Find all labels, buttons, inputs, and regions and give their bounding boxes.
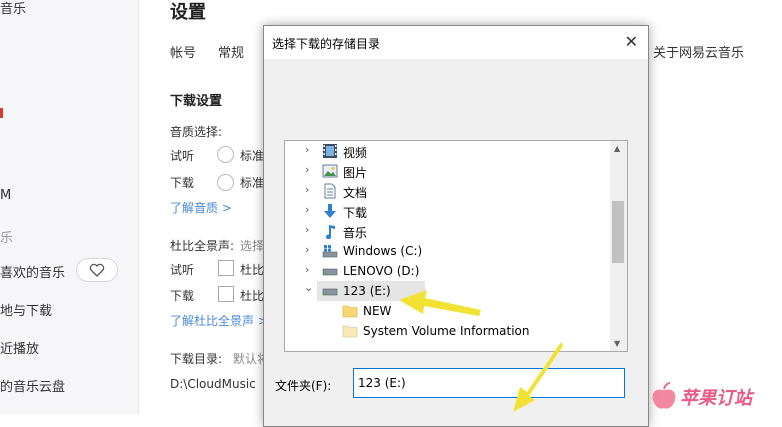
sidebar-item-liked-music[interactable]: 喜欢的音乐 — [0, 262, 65, 281]
tree-item-new-folder[interactable]: NEW — [285, 301, 607, 321]
chevron-right-icon[interactable]: › — [305, 163, 315, 177]
tree-item-drive-c[interactable]: › Windows (C:) — [285, 241, 607, 261]
download-dir-label: 下载目录: — [170, 352, 223, 366]
download-dir-path: D:\CloudMusic — [170, 377, 256, 391]
close-icon[interactable]: ✕ — [625, 32, 638, 51]
dolby-download-checkbox[interactable] — [218, 286, 234, 302]
drive-icon — [322, 268, 338, 276]
learn-dolby-link[interactable]: 了解杜比全景声 > — [170, 312, 268, 329]
tree-item-label: LENOVO (D:) — [343, 264, 420, 278]
download-quality-label: 下载 — [170, 176, 195, 190]
music-folder-icon — [326, 225, 335, 239]
chevron-right-icon[interactable]: › — [305, 143, 315, 157]
sidebar-item-cloud-disk[interactable]: 的音乐云盘 — [0, 376, 65, 395]
scrollbar-thumb[interactable] — [612, 201, 624, 263]
pictures-folder-icon — [322, 164, 338, 178]
tab-general[interactable]: 常规 — [218, 42, 244, 61]
drive-icon — [322, 288, 338, 296]
sidebar-item-fm[interactable]: M — [0, 188, 11, 203]
tree-item-label: 音乐 — [343, 226, 368, 240]
tree-item-label: 图片 — [343, 166, 368, 180]
listen-standard-label: 标准 — [240, 149, 265, 163]
scroll-up-arrow-icon[interactable]: ▲ — [614, 144, 620, 153]
folder-browse-dialog: 选择下载的存储目录 ✕ › 视频 › 图片 › 文档 › 下载 › 音乐 › W… — [263, 25, 649, 427]
sidebar-section-music: 乐 — [0, 231, 14, 246]
page-title: 设置 — [170, 2, 206, 23]
dolby-listen-checkbox[interactable] — [218, 260, 234, 276]
tab-about[interactable]: 关于网易云音乐 — [653, 42, 744, 61]
active-indicator — [0, 108, 3, 118]
tree-item-label: 123 (E:) — [343, 284, 391, 298]
dialog-title: 选择下载的存储目录 — [272, 37, 381, 51]
tree-item-system-volume[interactable]: System Volume Information — [285, 321, 607, 341]
dolby-download-label: 下载 — [170, 289, 195, 303]
documents-folder-icon — [324, 183, 336, 199]
quality-label: 音质选择: — [170, 125, 223, 139]
tab-account[interactable]: 帐号 — [170, 42, 196, 61]
tree-item-documents[interactable]: › 文档 — [285, 181, 607, 201]
sidebar: 音乐 M 乐 喜欢的音乐 地与下载 近播放 的音乐云盘 — [0, 0, 139, 414]
sidebar-item-local-download[interactable]: 地与下载 — [0, 300, 52, 319]
dolby-label: 杜比全景声: — [170, 239, 235, 253]
scroll-down-arrow-icon[interactable]: ▼ — [614, 339, 620, 348]
dolby-download-option: 杜比 — [240, 289, 265, 303]
tree-vertical-scrollbar[interactable]: ▲ ▼ — [610, 141, 627, 351]
chevron-right-icon[interactable]: › — [305, 243, 315, 257]
folder-field-label: 文件夹(F): — [275, 379, 332, 393]
video-folder-icon — [323, 144, 337, 158]
dolby-listen-option: 杜比 — [240, 263, 265, 277]
download-settings-title: 下载设置 — [170, 94, 223, 109]
tree-item-music[interactable]: › 音乐 — [285, 221, 607, 241]
watermark-text: 苹果订站 — [680, 388, 752, 409]
dialog-title-bar[interactable]: 选择下载的存储目录 ✕ — [264, 26, 648, 59]
tree-item-label: 下载 — [343, 206, 368, 220]
tree-item-drive-e[interactable]: ⌄ 123 (E:) — [285, 281, 607, 301]
heart-icon — [89, 263, 105, 277]
learn-quality-link[interactable]: 了解音质 > — [170, 199, 232, 216]
listen-standard-radio[interactable] — [217, 146, 234, 163]
tree-item-label: Windows (C:) — [343, 244, 423, 258]
sidebar-item-recent-play[interactable]: 近播放 — [0, 338, 39, 357]
tree-item-pictures[interactable]: › 图片 — [285, 161, 607, 181]
tree-item-label: 文档 — [343, 186, 368, 200]
dolby-hint: 选择 — [240, 239, 265, 253]
folder-input[interactable] — [353, 368, 625, 398]
chevron-down-icon[interactable]: ⌄ — [304, 281, 314, 295]
tree-item-videos[interactable]: › 视频 — [285, 141, 607, 161]
download-standard-label: 标准 — [240, 176, 265, 190]
tree-item-label: 视频 — [343, 146, 368, 160]
folder-tree[interactable]: › 视频 › 图片 › 文档 › 下载 › 音乐 › Windows (C:) … — [284, 140, 628, 352]
tree-item-label: NEW — [363, 304, 392, 318]
watermark-logo: 苹果订站 — [648, 378, 778, 414]
chevron-right-icon[interactable]: › — [305, 263, 315, 277]
tree-item-downloads[interactable]: › 下载 — [285, 201, 607, 221]
tree-item-label: System Volume Information — [363, 324, 530, 338]
sidebar-item-music[interactable]: 音乐 — [0, 0, 26, 17]
download-standard-radio[interactable] — [217, 174, 234, 191]
chevron-right-icon[interactable]: › — [305, 203, 315, 217]
tree-item-drive-d[interactable]: › LENOVO (D:) — [285, 261, 607, 281]
dolby-listen-label: 试听 — [170, 263, 195, 277]
downloads-folder-icon — [324, 204, 336, 218]
chevron-right-icon[interactable]: › — [305, 183, 315, 197]
chevron-right-icon[interactable]: › — [305, 223, 315, 237]
heart-mode-button[interactable] — [76, 258, 118, 282]
folder-icon — [342, 325, 358, 338]
listen-quality-label: 试听 — [170, 149, 195, 163]
folder-icon — [342, 305, 358, 318]
windows-drive-icon — [322, 245, 338, 258]
